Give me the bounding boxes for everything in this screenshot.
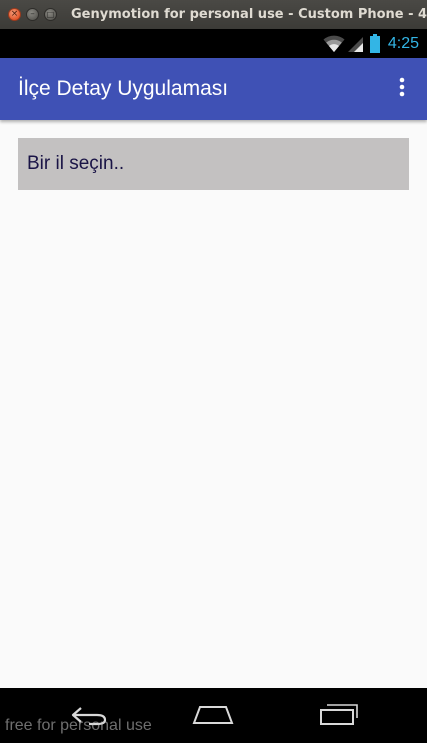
wifi-icon <box>323 35 345 53</box>
signal-icon <box>347 35 364 53</box>
status-clock: 4:25 <box>387 34 419 52</box>
battery-icon <box>369 34 380 53</box>
province-spinner[interactable]: Bir il seçin.. <box>18 138 409 190</box>
spinner-selected-text: Bir il seçin.. <box>27 153 125 174</box>
watermark-text: free for personal use <box>5 717 152 734</box>
minimize-icon: – <box>30 9 35 19</box>
app-toolbar: İlçe Detay Uygulaması <box>0 58 427 120</box>
recent-apps-button[interactable] <box>314 702 364 732</box>
window-close-button[interactable]: × <box>8 8 21 21</box>
emulator-window: × – □ Genymotion for personal use - Cust… <box>0 0 427 743</box>
close-icon: × <box>10 9 19 19</box>
window-maximize-button[interactable]: □ <box>44 8 57 21</box>
maximize-icon: □ <box>46 9 55 19</box>
more-vert-icon <box>399 77 405 101</box>
status-icons: 4:25 <box>323 34 419 53</box>
home-icon <box>192 705 234 729</box>
window-titlebar: × – □ Genymotion for personal use - Cust… <box>0 0 427 29</box>
status-bar: 4:25 <box>0 29 427 58</box>
app-title: İlçe Detay Uygulaması <box>18 77 229 100</box>
home-button[interactable] <box>188 702 238 732</box>
main-content: Bir il seçin.. <box>0 120 427 688</box>
window-title: Genymotion for personal use - Custom Pho… <box>71 7 427 22</box>
overflow-menu-button[interactable] <box>387 69 417 109</box>
window-minimize-button[interactable]: – <box>26 8 39 21</box>
recent-apps-icon <box>319 704 359 730</box>
